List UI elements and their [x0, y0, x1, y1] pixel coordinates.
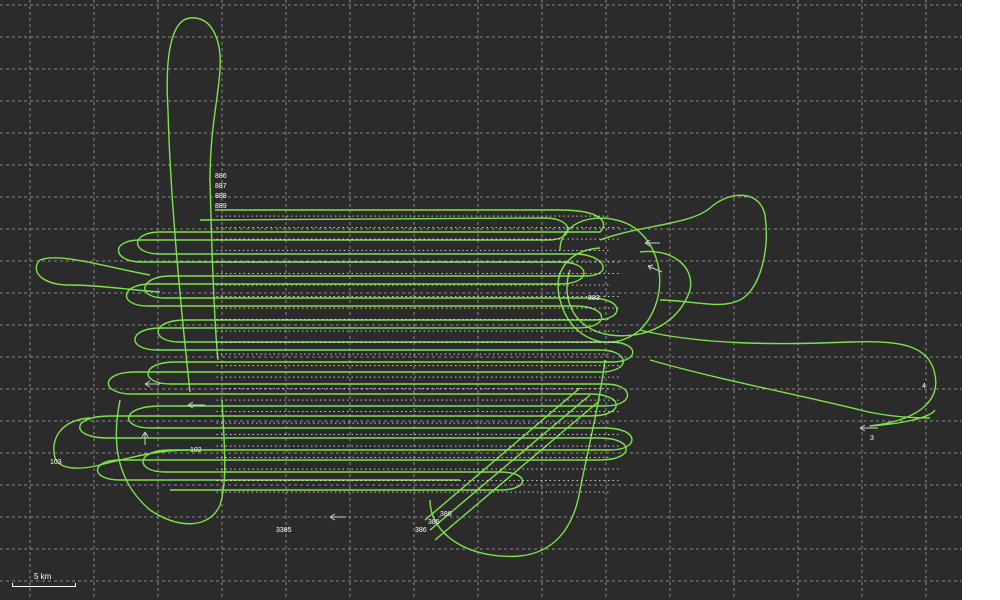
waypoint-label: 3: [870, 435, 874, 442]
waypoint-label: 385: [428, 519, 440, 526]
waypoint-label: 102: [190, 447, 202, 454]
sample-number-row: ········································…: [215, 294, 620, 301]
sample-number-row: ········································…: [215, 248, 610, 255]
sample-number-row: ········································…: [215, 259, 620, 266]
waypoint-label: 386: [415, 527, 427, 534]
waypoint-label: 4: [922, 383, 926, 390]
sample-number-row: ········································…: [215, 397, 620, 404]
direction-arrow: [647, 264, 663, 273]
sample-number-row: ········································…: [215, 363, 620, 370]
sample-number-row: ········································…: [215, 420, 610, 427]
map-canvas[interactable]: 886 887 888 889 102 103 3385 4 3 883 386…: [0, 0, 962, 600]
sample-number-row: ········································…: [215, 478, 620, 485]
sample-number-row: ········································…: [215, 374, 620, 381]
scale-bar: 5 km: [12, 572, 82, 592]
flight-track-pass: [79, 217, 627, 481]
sample-number-labels: ········································…: [215, 213, 620, 496]
waypoint-label: 3385: [276, 527, 292, 534]
row-label: 886: [215, 173, 227, 180]
row-label: 888: [215, 193, 227, 200]
flight-track-south-sweep: [115, 399, 226, 525]
scale-line: [12, 583, 76, 587]
sample-number-row: ········································…: [215, 409, 620, 416]
sample-number-row: ········································…: [215, 489, 610, 496]
sample-number-row: ········································…: [215, 328, 620, 335]
flight-track-north-loop: [166, 17, 221, 393]
map-panel[interactable]: 886 887 888 889 102 103 3385 4 3 883 386…: [0, 0, 962, 600]
scale-label: 5 km: [34, 572, 52, 581]
waypoint-label: 103: [50, 459, 62, 466]
sample-number-row: ········································…: [215, 340, 620, 347]
sample-number-row: ········································…: [215, 455, 610, 462]
sample-number-row: ········································…: [215, 351, 610, 358]
sample-number-row: ········································…: [215, 317, 610, 324]
waypoint-label: 386: [440, 511, 452, 518]
sample-number-row: ········································…: [215, 305, 620, 312]
sample-number-row: ········································…: [215, 443, 620, 450]
sample-number-row: ········································…: [215, 386, 610, 393]
row-label: 889: [215, 203, 227, 210]
row-label: 887: [215, 183, 227, 190]
sample-number-row: ········································…: [215, 466, 620, 473]
sample-number-row: ········································…: [215, 213, 610, 220]
sample-number-row: ········································…: [215, 271, 620, 278]
direction-arrow: [187, 401, 205, 409]
sample-number-row: ········································…: [215, 225, 620, 232]
sample-number-row: ········································…: [215, 282, 610, 289]
flight-track-east-loop: [599, 194, 767, 306]
flight-track-east-transit: [639, 329, 937, 427]
sample-number-row: ········································…: [215, 236, 620, 243]
direction-arrow: [329, 513, 346, 521]
flight-track-west-loop: [35, 257, 161, 293]
sample-number-row: ········································…: [215, 432, 620, 439]
